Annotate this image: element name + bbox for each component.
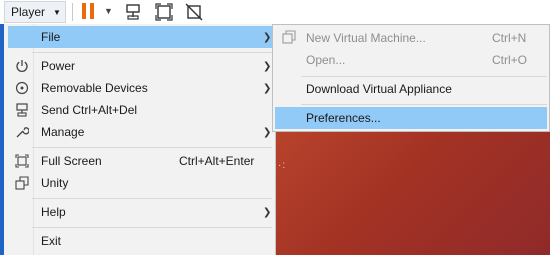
submenu-item-shortcut: Ctrl+O	[492, 53, 528, 67]
chevron-right-icon: ❯	[263, 82, 272, 94]
chevron-right-icon: ❯	[263, 60, 272, 72]
submenu-item-label: Download Virtual Appliance	[306, 82, 452, 96]
fit-window-icon[interactable]	[154, 3, 174, 21]
menu-item-label: Full Screen	[41, 154, 102, 168]
send-ctrl-alt-del-icon	[14, 102, 30, 118]
chevron-right-icon: ❯	[263, 206, 272, 218]
pause-icon[interactable]	[80, 3, 96, 21]
menu-item-shortcut: Ctrl+Alt+Enter	[179, 154, 255, 168]
menu-item-label: Removable Devices	[41, 81, 148, 95]
menu-separator	[32, 227, 272, 228]
menu-item-removable-devices[interactable]: Removable Devices ❯	[8, 77, 274, 99]
menu-item-unity[interactable]: Unity	[8, 172, 274, 194]
menu-item-power[interactable]: Power ❯	[8, 55, 274, 77]
unity-icon	[14, 175, 30, 191]
submenu-item-open[interactable]: Open... Ctrl+O	[275, 49, 547, 71]
menu-item-send-ctrl-alt-del[interactable]: Send Ctrl+Alt+Del	[8, 99, 274, 121]
submenu-item-label: Open...	[306, 53, 346, 67]
submenu-item-label: Preferences...	[306, 111, 381, 125]
file-submenu: New Virtual Machine... Ctrl+N Open... Ct…	[272, 24, 550, 132]
menu-item-label: Unity	[41, 176, 69, 190]
submenu-item-preferences[interactable]: Preferences...	[275, 107, 547, 129]
dropdown-caret-icon[interactable]: ▼	[104, 6, 113, 16]
player-menu: File ❯ Power ❯ Removable Devices ❯ Send …	[4, 24, 276, 255]
menu-item-label: Exit	[41, 234, 62, 248]
player-menu-label: Player	[11, 5, 46, 19]
removable-devices-icon	[14, 80, 30, 96]
menu-item-manage[interactable]: Manage ❯	[8, 121, 274, 143]
vm-screen-artifact: ·:	[278, 160, 287, 171]
menu-separator	[32, 198, 272, 199]
menu-item-label: Manage	[41, 125, 85, 139]
menu-item-full-screen[interactable]: Full Screen Ctrl+Alt+Enter	[8, 150, 274, 172]
submenu-separator	[301, 104, 547, 105]
send-ctrl-alt-del-icon[interactable]	[124, 3, 144, 21]
menu-separator	[32, 147, 272, 148]
submenu-item-label: New Virtual Machine...	[306, 31, 426, 45]
menu-item-exit[interactable]: Exit	[8, 230, 274, 252]
chevron-right-icon: ❯	[263, 31, 272, 43]
menu-item-help[interactable]: Help ❯	[8, 201, 274, 223]
menu-item-label: Power	[41, 59, 76, 73]
new-vm-icon	[282, 30, 296, 44]
power-icon	[14, 58, 30, 74]
menu-separator	[32, 52, 272, 53]
wrench-icon	[14, 124, 30, 140]
vm-display: ·:	[276, 130, 550, 255]
chevron-down-icon: ▼	[53, 7, 61, 17]
submenu-separator	[301, 76, 547, 77]
submenu-item-shortcut: Ctrl+N	[492, 31, 527, 45]
menu-item-file[interactable]: File ❯	[8, 26, 274, 48]
full-screen-icon	[14, 153, 30, 169]
toolbar: Player ▼ ▼	[0, 0, 550, 24]
unity-off-icon[interactable]	[184, 3, 204, 21]
menu-item-label: Send Ctrl+Alt+Del	[41, 103, 138, 117]
toolbar-separator	[72, 3, 73, 21]
chevron-right-icon: ❯	[263, 126, 272, 138]
submenu-item-new-virtual-machine[interactable]: New Virtual Machine... Ctrl+N	[275, 27, 547, 49]
player-menu-button[interactable]: Player ▼	[4, 1, 66, 23]
menu-item-label: Help	[41, 205, 66, 219]
menu-item-label: File	[41, 30, 61, 44]
submenu-item-download-virtual-appliance[interactable]: Download Virtual Appliance	[275, 78, 547, 100]
